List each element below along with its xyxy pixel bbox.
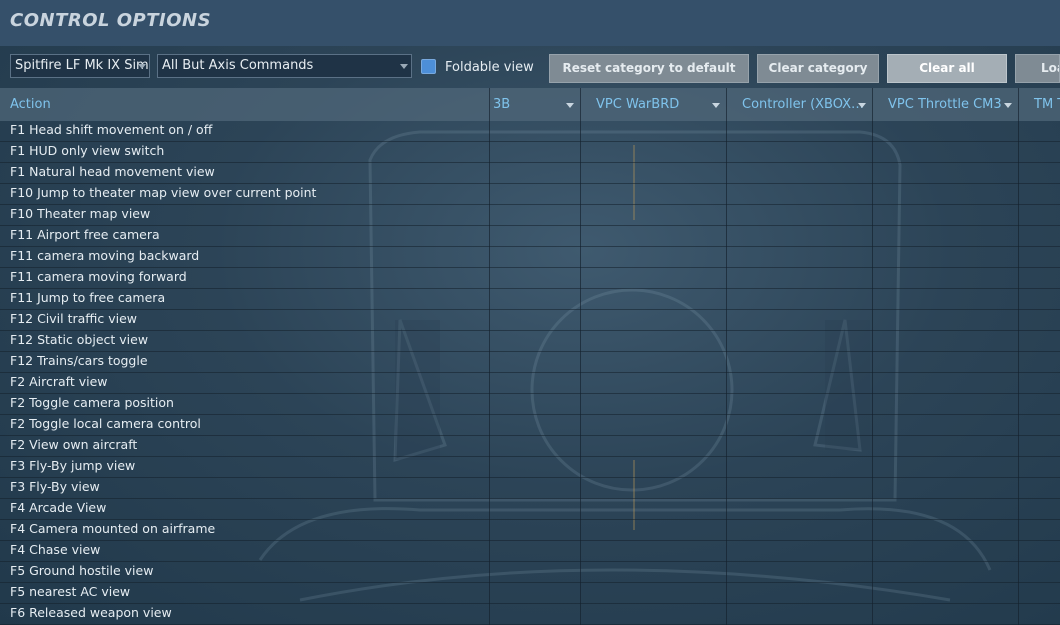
column-header-label: Controller (XBOX… [742, 97, 865, 112]
action-label: F10 Jump to theater map view over curren… [10, 185, 317, 200]
table-row[interactable]: F10 Theater map view [0, 205, 1060, 226]
column-header-label: VPC Throttle CM3 [888, 97, 1002, 112]
action-label: F6 Released weapon view [10, 605, 172, 620]
table-body: F1 Head shift movement on / off F1 HUD on… [0, 121, 1060, 625]
title-bar: CONTROL OPTIONS [0, 0, 1060, 46]
chevron-down-icon [712, 103, 720, 108]
aircraft-select[interactable]: Spitfire LF Mk IX Sim [10, 54, 150, 78]
column-header-vpc-throttle-cm3[interactable]: VPC Throttle CM3 [878, 88, 1018, 121]
column-header-action[interactable]: Action [0, 88, 489, 121]
action-label: F11 Airport free camera [10, 227, 160, 242]
action-label: F1 Natural head movement view [10, 164, 215, 179]
action-label: F4 Arcade View [10, 500, 107, 515]
table-row[interactable]: F11 Airport free camera [0, 226, 1060, 247]
column-header-label: VPC WarBRD [596, 97, 680, 112]
load-button[interactable]: Loa [1015, 54, 1060, 83]
column-header-controller-xbox[interactable]: Controller (XBOX… [732, 88, 872, 121]
chevron-down-icon [400, 64, 408, 69]
action-label: F12 Static object view [10, 332, 149, 347]
action-label: F4 Camera mounted on airframe [10, 521, 216, 536]
table-header: Action 3B VPC WarBRD Controller (XBOX… V… [0, 88, 1060, 121]
table-row[interactable]: F6 Released weapon view [0, 604, 1060, 625]
action-label: F2 Aircraft view [10, 374, 108, 389]
clear-category-button[interactable]: Clear category [757, 54, 879, 83]
table-row[interactable]: F2 Aircraft view [0, 373, 1060, 394]
action-label: F4 Chase view [10, 542, 101, 557]
page-title: CONTROL OPTIONS [10, 10, 212, 31]
aircraft-select-value: Spitfire LF Mk IX Sim [15, 58, 149, 73]
action-label: F3 Fly-By view [10, 479, 100, 494]
table-row[interactable]: F2 Toggle camera position [0, 394, 1060, 415]
table-row[interactable]: F4 Camera mounted on airframe [0, 520, 1060, 541]
action-label: F12 Trains/cars toggle [10, 353, 148, 368]
table-row[interactable]: F11 Jump to free camera [0, 289, 1060, 310]
table-row[interactable]: F3 Fly-By jump view [0, 457, 1060, 478]
chevron-down-icon [1004, 103, 1012, 108]
chevron-down-icon [566, 103, 574, 108]
toolbar: Spitfire LF Mk IX Sim All But Axis Comma… [0, 46, 1060, 88]
table-row[interactable]: F1 Natural head movement view [0, 163, 1060, 184]
table-row[interactable]: F12 Static object view [0, 331, 1060, 352]
action-label: F1 HUD only view switch [10, 143, 165, 158]
bindings-table: Action 3B VPC WarBRD Controller (XBOX… V… [0, 88, 1060, 625]
action-label: F3 Fly-By jump view [10, 458, 136, 473]
foldable-view-checkbox[interactable] [421, 59, 436, 74]
foldable-view-label: Foldable view [445, 60, 534, 75]
action-label: F11 camera moving backward [10, 248, 200, 263]
action-label: F2 Toggle camera position [10, 395, 174, 410]
action-label: F11 Jump to free camera [10, 290, 166, 305]
table-row[interactable]: F12 Trains/cars toggle [0, 352, 1060, 373]
reset-category-button[interactable]: Reset category to default [549, 54, 749, 83]
table-row[interactable]: F4 Arcade View [0, 499, 1060, 520]
clear-all-button[interactable]: Clear all [887, 54, 1007, 83]
table-row[interactable]: F11 camera moving forward [0, 268, 1060, 289]
action-label: F2 Toggle local camera control [10, 416, 201, 431]
table-row[interactable]: F11 camera moving backward [0, 247, 1060, 268]
category-select-value: All But Axis Commands [162, 58, 314, 73]
table-row[interactable]: F10 Jump to theater map view over curren… [0, 184, 1060, 205]
chevron-down-icon [138, 64, 146, 69]
action-label: F5 Ground hostile view [10, 563, 154, 578]
table-row[interactable]: F3 Fly-By view [0, 478, 1060, 499]
action-label: F11 camera moving forward [10, 269, 187, 284]
chevron-down-icon [858, 103, 866, 108]
action-label: F12 Civil traffic view [10, 311, 138, 326]
table-row[interactable]: F2 Toggle local camera control [0, 415, 1060, 436]
table-row[interactable]: F1 HUD only view switch [0, 142, 1060, 163]
table-row[interactable]: F12 Civil traffic view [0, 310, 1060, 331]
table-row[interactable]: F5 nearest AC view [0, 583, 1060, 604]
table-row[interactable]: F5 Ground hostile view [0, 562, 1060, 583]
action-label: F10 Theater map view [10, 206, 151, 221]
category-select[interactable]: All But Axis Commands [157, 54, 412, 78]
action-label: F1 Head shift movement on / off [10, 122, 213, 137]
column-header-device-3b[interactable]: 3B [483, 88, 580, 121]
column-header-vpc-warbrd[interactable]: VPC WarBRD [586, 88, 726, 121]
action-label: F2 View own aircraft [10, 437, 138, 452]
table-row[interactable]: F2 View own aircraft [0, 436, 1060, 457]
table-row[interactable]: F1 Head shift movement on / off [0, 121, 1060, 142]
column-header-label: 3B [493, 97, 511, 112]
table-row[interactable]: F4 Chase view [0, 541, 1060, 562]
column-header-tm-t[interactable]: TM T [1024, 88, 1060, 121]
action-label: F5 nearest AC view [10, 584, 131, 599]
